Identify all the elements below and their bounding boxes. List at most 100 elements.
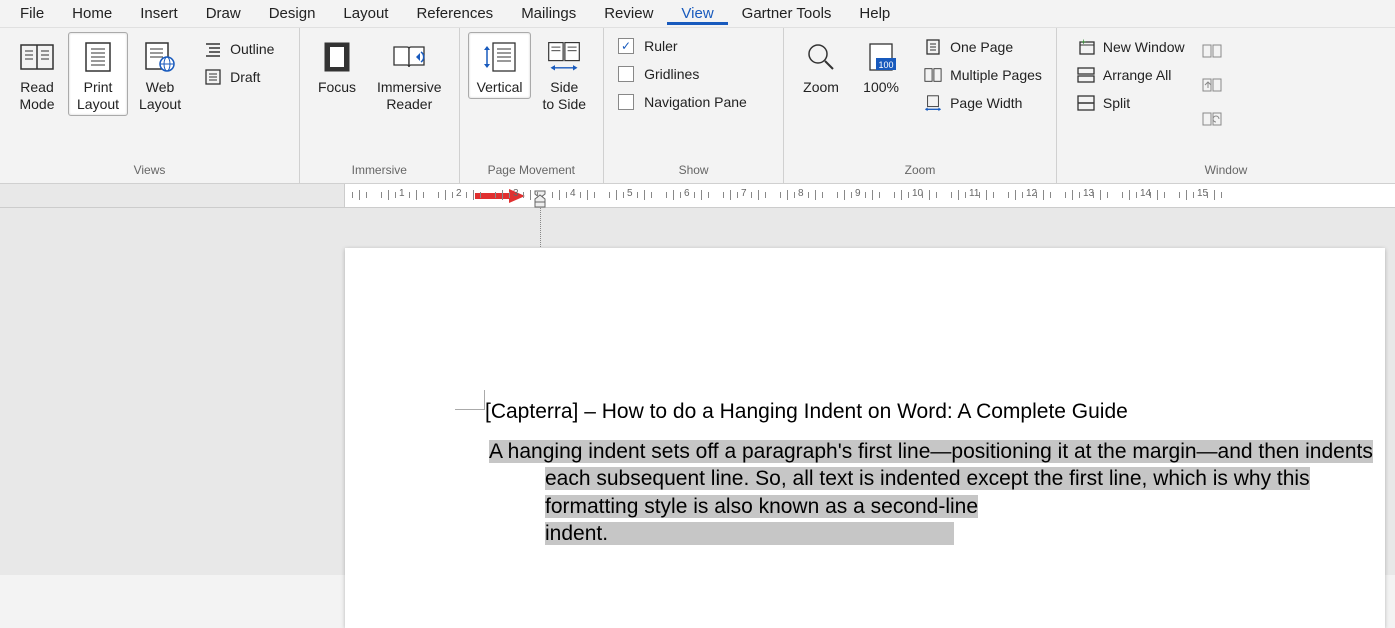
print-layout-button[interactable]: Print Layout: [68, 32, 128, 116]
print-layout-label: Print Layout: [77, 79, 119, 113]
menu-item-layout[interactable]: Layout: [329, 3, 402, 24]
ruler-number: 7: [741, 188, 747, 199]
ruler-tick: [872, 190, 873, 200]
web-layout-button[interactable]: Web Layout: [130, 32, 190, 116]
margin-corner-mark: [455, 390, 485, 410]
web-layout-label: Web Layout: [139, 79, 181, 113]
ruler-tick: [594, 192, 595, 198]
ruler-track[interactable]: 123456789101112131415: [345, 184, 1395, 207]
split-button[interactable]: Split: [1071, 92, 1191, 114]
document-title[interactable]: [Capterra] – How to do a Hanging Indent …: [485, 400, 1128, 424]
immersive-group-label: Immersive: [308, 161, 451, 181]
ribbon-group-views: Read Mode Print Layout Web Layout: [0, 28, 300, 183]
zoom-button[interactable]: Zoom: [792, 32, 850, 99]
read-mode-button[interactable]: Read Mode: [8, 32, 66, 116]
focus-icon: [319, 39, 355, 75]
gridlines-checkbox[interactable]: Gridlines: [612, 60, 775, 88]
read-mode-label: Read Mode: [19, 79, 54, 113]
arrange-all-button[interactable]: Arrange All: [1071, 64, 1191, 86]
menu-item-mailings[interactable]: Mailings: [507, 3, 590, 24]
page[interactable]: [Capterra] – How to do a Hanging Indent …: [345, 248, 1385, 628]
ribbon-group-page-movement: Vertical Side to Side Page Movement: [460, 28, 605, 183]
synchronous-scrolling-button[interactable]: [1201, 74, 1223, 96]
ruler-tick: [837, 192, 838, 198]
ruler-tick: [1050, 192, 1051, 198]
menu-item-help[interactable]: Help: [845, 3, 904, 24]
menu-item-insert[interactable]: Insert: [126, 3, 192, 24]
menu-item-review[interactable]: Review: [590, 3, 667, 24]
ribbon-group-window: + New Window Arrange All Split: [1057, 28, 1395, 183]
ruler-tick: [552, 192, 553, 198]
arrange-all-icon: [1077, 66, 1095, 84]
ruler-tick: [445, 190, 446, 200]
side-to-side-label: Side to Side: [542, 79, 586, 113]
ruler-tick: [502, 190, 503, 200]
ruler-tick: [922, 192, 923, 198]
document-paragraph[interactable]: A hanging indent sets off a paragraph's …: [545, 438, 1385, 547]
menu-item-draw[interactable]: Draw: [192, 3, 255, 24]
reset-window-position-button[interactable]: [1201, 108, 1223, 130]
menu-item-home[interactable]: Home: [58, 3, 126, 24]
ruler-tick: [1036, 192, 1037, 198]
web-layout-icon: [142, 39, 178, 75]
ruler-tick: [1214, 190, 1215, 200]
print-layout-icon: [80, 39, 116, 75]
one-page-icon: [924, 38, 942, 56]
menu-item-references[interactable]: References: [402, 3, 507, 24]
ruler-number: 6: [684, 188, 690, 199]
draft-button[interactable]: Draft: [198, 66, 280, 88]
ruler-tick: [673, 190, 674, 200]
immersive-reader-button[interactable]: Immersive Reader: [368, 32, 451, 116]
ruler-tick: [1193, 192, 1194, 198]
nav-pane-label: Navigation Pane: [644, 94, 747, 110]
ruler-number: 1: [399, 188, 405, 199]
side-to-side-button[interactable]: Side to Side: [533, 32, 595, 116]
ruler-checkbox[interactable]: ✓ Ruler: [612, 32, 775, 60]
ruler-tick: [723, 192, 724, 198]
ruler-tick: [844, 190, 845, 200]
ruler-tick: [1207, 192, 1208, 198]
multiple-pages-button[interactable]: Multiple Pages: [918, 64, 1048, 86]
page-width-label: Page Width: [950, 95, 1022, 111]
focus-button[interactable]: Focus: [308, 32, 366, 99]
window-group-label: Window: [1065, 161, 1387, 181]
draft-label: Draft: [230, 69, 260, 85]
ruler-tick: [701, 190, 702, 200]
ruler-tick: [473, 190, 474, 200]
page-width-icon: [924, 94, 942, 112]
ruler-tick: [495, 192, 496, 198]
ruler-tick: [637, 192, 638, 198]
vertical-button[interactable]: Vertical: [468, 32, 532, 99]
menu-item-file[interactable]: File: [6, 3, 58, 24]
ruler-tick: [951, 192, 952, 198]
view-side-by-side-button[interactable]: [1201, 40, 1223, 62]
hundred-label: 100%: [863, 79, 899, 96]
ruler-tick: [765, 192, 766, 198]
ruler[interactable]: 123456789101112131415: [0, 184, 1395, 208]
ruler-tick: [794, 192, 795, 198]
checkbox-icon: [618, 94, 634, 110]
ruler-tick: [815, 190, 816, 200]
navigation-pane-checkbox[interactable]: Navigation Pane: [612, 88, 775, 116]
ruler-number: 8: [798, 188, 804, 199]
show-group-label: Show: [612, 161, 775, 181]
one-page-button[interactable]: One Page: [918, 36, 1048, 58]
one-page-label: One Page: [950, 39, 1013, 55]
outline-label: Outline: [230, 41, 274, 57]
page-width-button[interactable]: Page Width: [918, 92, 1048, 114]
ruler-tick: [452, 192, 453, 198]
new-window-button[interactable]: + New Window: [1071, 36, 1191, 58]
menu-item-gartner-tools[interactable]: Gartner Tools: [728, 3, 846, 24]
hundred-percent-button[interactable]: 100 100%: [852, 32, 910, 99]
menu-item-view[interactable]: View: [667, 3, 727, 25]
ruler-tick: [986, 190, 987, 200]
outline-button[interactable]: Outline: [198, 38, 280, 60]
ruler-tick: [1008, 192, 1009, 198]
immersive-reader-label: Immersive Reader: [377, 79, 442, 113]
ruler-tick: [480, 192, 481, 198]
focus-label: Focus: [318, 79, 356, 96]
ruler-margin-area: [0, 184, 345, 207]
ruler-tick: [1122, 192, 1123, 198]
menu-item-design[interactable]: Design: [255, 3, 330, 24]
ruler-tick: [787, 190, 788, 200]
